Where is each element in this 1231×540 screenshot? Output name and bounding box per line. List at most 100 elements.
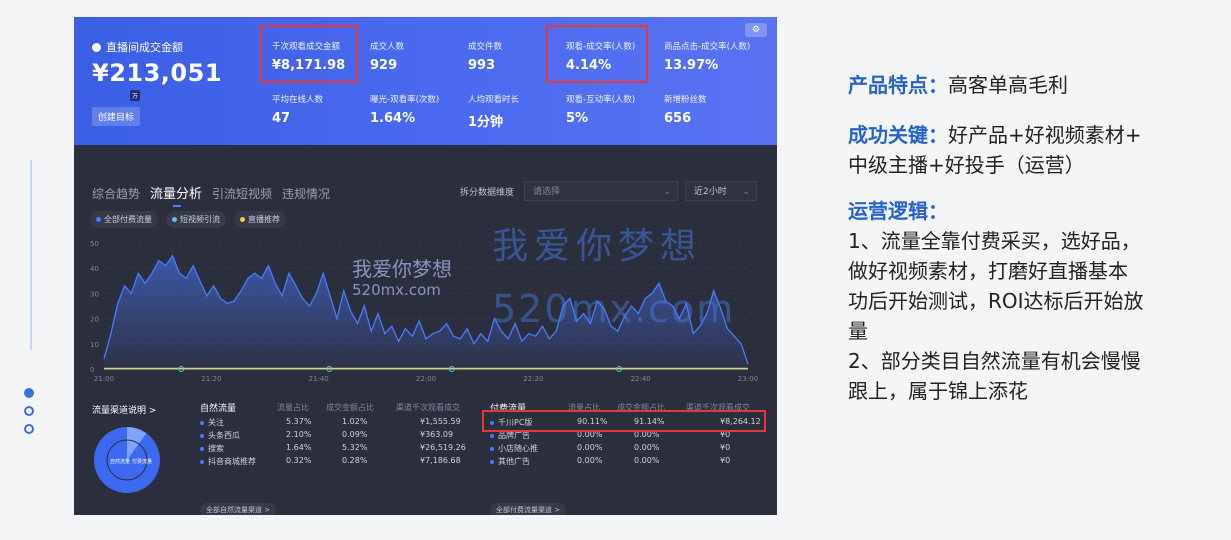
row-bullet — [200, 446, 204, 451]
metric-label: 成交件数 — [468, 42, 503, 52]
highlight-box-1000-view-gmv — [260, 25, 358, 83]
channel-name: 品牌广告 — [498, 431, 530, 440]
note-key-key: 成功关键： — [848, 123, 948, 147]
metric-5: 平均在线人数 47 — [272, 93, 323, 126]
note-feature: 产品特点：高客单高毛利 — [848, 70, 1208, 100]
time-range-value: 近2小时 — [694, 187, 727, 197]
channel-name: 搜索 — [208, 444, 224, 453]
note-logic-line: 2、部分类目自然流量有机会慢慢 — [848, 349, 1141, 373]
legend-item-paid[interactable]: 全部付费流量 — [90, 211, 158, 228]
metric-value: 13.97% — [664, 58, 719, 73]
table-cell: ¥26,519.26 — [420, 443, 466, 452]
all-paid-channels-link[interactable]: 全部付费流量渠道 > — [490, 503, 567, 515]
slide-decoration-line — [30, 160, 32, 350]
select-placeholder: 请选择 — [533, 187, 561, 197]
y-tick-label: 50 — [90, 240, 99, 248]
metric-label: 人均观看时长 — [468, 95, 520, 105]
x-tick-label: 21:00 — [94, 375, 114, 383]
dimension-label: 拆分数据维度 — [460, 188, 515, 198]
chart-legend: 全部付费流量 短视频引流 直播推荐 — [90, 211, 286, 228]
note-logic-line: 做好视频素材，打磨好直播基本 — [848, 259, 1128, 283]
metric-8: 观看-互动率(人数) 5% — [566, 93, 635, 126]
channel-name: 头条西瓜 — [208, 431, 240, 440]
table-cell: 0.00% — [577, 443, 603, 452]
tab-traffic-analysis[interactable]: 流量分析 — [150, 183, 202, 207]
table-row[interactable]: 其他广告 — [490, 456, 530, 467]
note-feature-key: 产品特点： — [848, 73, 948, 97]
legend-item-live-recommend[interactable]: 直播推荐 — [234, 211, 286, 228]
x-tick-label: 23:00 — [738, 375, 758, 383]
metric-value: 929 — [370, 58, 398, 73]
row-bullet — [200, 420, 204, 425]
page-dot-1[interactable] — [24, 388, 34, 398]
metric-value: 5% — [566, 111, 589, 126]
row-bullet — [490, 446, 494, 451]
table-cell: 5.32% — [342, 443, 368, 452]
settings-icon[interactable]: ⚙ — [745, 23, 767, 37]
tab-short-video[interactable]: 引流短视频 — [212, 185, 272, 202]
channel-name: 关注 — [208, 418, 224, 427]
metric-value: 47 — [272, 111, 291, 126]
table-cell: 5.37% — [286, 417, 312, 426]
all-natural-channels-link[interactable]: 全部自然流量渠道 > — [200, 503, 277, 515]
row-bullet — [200, 433, 204, 438]
legend-item-short-video[interactable]: 短视频引流 — [166, 211, 226, 228]
chevron-down-icon: ⌄ — [742, 187, 750, 197]
natural-header-name: 自然流量 — [200, 404, 237, 414]
metric-label: 曝光-观看率(次数) — [370, 95, 440, 105]
gmv-unit-badge: 万 — [130, 90, 141, 101]
note-logic-key: 运营逻辑： — [848, 199, 948, 223]
table-cell: ¥0 — [720, 456, 731, 465]
series-area-paid — [104, 255, 748, 369]
create-goal-button[interactable]: 创建目标 — [92, 107, 141, 126]
y-tick-label: 20 — [90, 316, 99, 324]
y-tick-label: 0 — [90, 366, 94, 374]
channel-breakdown: 流量渠道说明 > 自然流量 付费流量 自然流量 流量占比 成交金额占比 渠道千次… — [74, 395, 777, 515]
channel-title[interactable]: 流量渠道说明 > — [92, 403, 156, 416]
table-cell: 2.10% — [286, 430, 312, 439]
table-cell: ¥1,555.59 — [420, 417, 461, 426]
page-dot-2[interactable] — [24, 406, 34, 416]
page-dot-3[interactable] — [24, 424, 34, 434]
metric-7: 人均观看时长 1分钟 — [468, 93, 519, 130]
table-cell: ¥0 — [720, 443, 731, 452]
y-tick-label: 30 — [90, 290, 99, 298]
table-row[interactable]: 搜索 — [200, 443, 224, 454]
note-feature-text: 高客单高毛利 — [948, 73, 1068, 97]
legend-swatch — [172, 217, 177, 222]
note-key-success: 成功关键：好产品+好视频素材+ 中级主播+好投手（运营） — [848, 120, 1208, 180]
table-cell: ¥363.09 — [420, 430, 454, 439]
metric-label: 新增粉丝数 — [664, 95, 707, 105]
table-cell: ¥7,186.68 — [420, 456, 461, 465]
x-tick-label: 22:00 — [416, 375, 436, 383]
row-bullet — [490, 433, 494, 438]
metric-label: 平均在线人数 — [272, 95, 324, 105]
tab-overview[interactable]: 综合趋势 — [92, 185, 140, 202]
table-row[interactable]: 头条西瓜 — [200, 430, 240, 441]
time-range-select[interactable]: 近2小时 ⌄ — [685, 181, 757, 201]
traffic-area-chart: 0 10 20 30 40 50 21:00 21:20 21:40 22:00 22:20 22:4… — [90, 240, 758, 383]
table-row[interactable]: 小店随心推 — [490, 443, 538, 454]
highlight-box-view-conversion — [546, 25, 648, 83]
channel-name: 小店随心推 — [498, 444, 538, 453]
natural-header-share: 流量占比 — [277, 403, 309, 412]
table-row[interactable]: 抖音商城推荐 — [200, 456, 256, 467]
highlight-box-qianchuan — [482, 410, 766, 432]
metric-2: 成交件数 993 — [468, 40, 502, 73]
slide-notes: 产品特点：高客单高毛利 成功关键：好产品+好视频素材+ 中级主播+好投手（运营）… — [848, 70, 1208, 422]
channel-name: 其他广告 — [498, 457, 530, 466]
info-icon — [92, 42, 101, 52]
table-cell: 0.00% — [577, 456, 603, 465]
table-row[interactable]: 关注 — [200, 417, 224, 428]
gmv-value: ¥213,051 — [92, 59, 223, 87]
natural-header-gmv-share: 成交金额占比 — [326, 403, 374, 412]
tab-violations[interactable]: 违规情况 — [282, 185, 330, 202]
gmv-label: 直播间成交金额 — [92, 39, 183, 55]
dimension-select[interactable]: 请选择 ⌄ — [524, 181, 678, 201]
x-tick-label: 21:40 — [309, 375, 329, 383]
note-logic-line: 量 — [848, 319, 868, 343]
channel-name: 抖音商城推荐 — [208, 457, 256, 466]
metric-4: 商品点击-成交率(人数) 13.97% — [664, 40, 750, 73]
legend-label: 直播推荐 — [248, 215, 280, 224]
metric-6: 曝光-观看率(次数) 1.64% — [370, 93, 439, 126]
